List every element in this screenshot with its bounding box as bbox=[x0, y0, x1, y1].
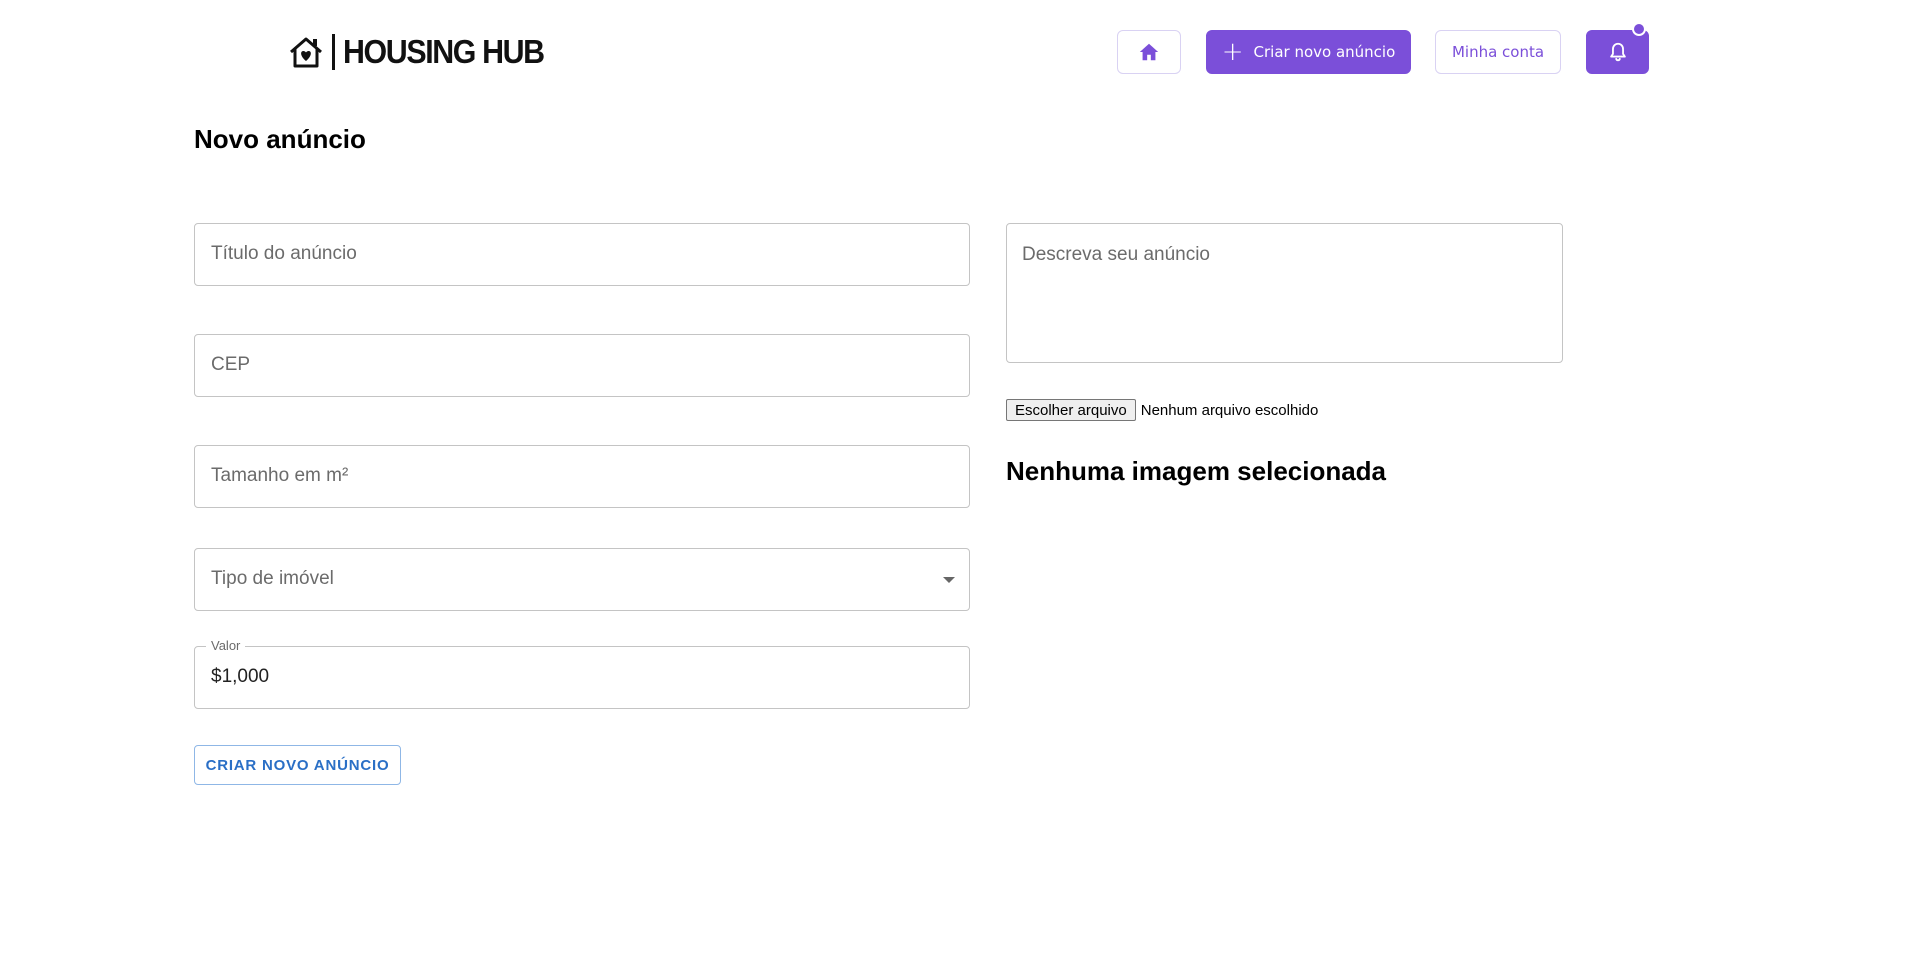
logo[interactable]: HOUSING HUB bbox=[288, 32, 561, 72]
size-placeholder: Tamanho em m² bbox=[211, 465, 349, 486]
file-status: Nenhum arquivo escolhido bbox=[1140, 401, 1319, 419]
my-account-button[interactable]: Minha conta bbox=[1435, 30, 1561, 74]
create-listing-label: Criar novo anúncio bbox=[1253, 43, 1396, 61]
page-title: Novo anúncio bbox=[194, 124, 366, 154]
notifications-button[interactable] bbox=[1586, 30, 1649, 74]
value-input-value: $1,000 bbox=[211, 666, 270, 687]
submit-create-listing-button[interactable]: CRIAR NOVO ANÚNCIO bbox=[194, 745, 401, 785]
cep-field[interactable]: CEP bbox=[194, 334, 970, 397]
header: HOUSING HUB + Criar novo anúncio Minha c… bbox=[0, 0, 1920, 104]
title-field[interactable]: Título do anúncio bbox=[194, 223, 970, 286]
cep-placeholder: CEP bbox=[211, 354, 251, 375]
choose-file-button[interactable]: Escolher arquivo bbox=[1006, 399, 1136, 421]
house-heart-icon bbox=[290, 37, 322, 68]
description-placeholder: Descreva seu anúncio bbox=[1022, 244, 1210, 265]
size-field[interactable]: Tamanho em m² bbox=[194, 445, 970, 508]
plus-icon: + bbox=[1221, 37, 1244, 67]
file-input: Escolher arquivo Nenhum arquivo escolhid… bbox=[1006, 399, 1318, 421]
bell-icon bbox=[1609, 42, 1626, 62]
value-field[interactable]: Valor $1,000 bbox=[194, 638, 970, 709]
create-listing-button[interactable]: + Criar novo anúncio bbox=[1206, 30, 1411, 74]
property-type-select[interactable]: Tipo de imóvel bbox=[194, 548, 970, 611]
description-field[interactable]: Descreva seu anúncio bbox=[1006, 223, 1563, 363]
chevron-down-icon bbox=[943, 577, 955, 583]
logo-text: HOUSING HUB bbox=[343, 33, 545, 70]
title-placeholder: Título do anúncio bbox=[211, 243, 357, 264]
my-account-label: Minha conta bbox=[1451, 43, 1545, 61]
home-icon bbox=[1139, 43, 1159, 61]
no-image-message: Nenhuma imagem selecionada bbox=[1006, 456, 1387, 486]
logo-divider bbox=[332, 34, 335, 70]
value-label: Valor bbox=[206, 638, 246, 653]
notification-badge bbox=[1632, 22, 1646, 36]
property-type-placeholder: Tipo de imóvel bbox=[211, 568, 334, 589]
home-button[interactable] bbox=[1117, 30, 1181, 74]
